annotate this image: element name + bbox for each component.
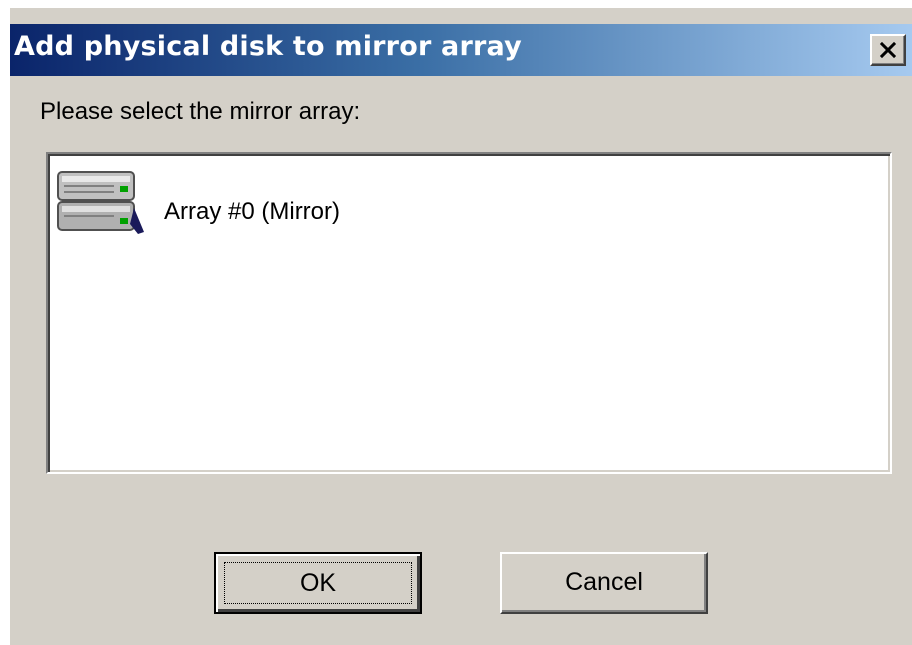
close-button[interactable]	[870, 34, 906, 66]
select-prompt: Please select the mirror array:	[40, 98, 361, 125]
cancel-button[interactable]: Cancel	[500, 552, 708, 614]
disk-array-icon	[57, 171, 144, 234]
dialog-window: Add physical disk to mirror array Please…	[8, 6, 912, 645]
title-bar[interactable]: Add physical disk to mirror array	[10, 24, 912, 76]
mirror-array-list[interactable]: Array #0 (Mirror)	[46, 152, 892, 474]
list-item-array-0[interactable]: Array #0 (Mirror)	[54, 168, 454, 238]
ok-button[interactable]: OK	[214, 552, 422, 614]
array-label: Array #0 (Mirror)	[164, 198, 341, 225]
window-title: Add physical disk to mirror array	[14, 31, 522, 62]
ok-button-label: OK	[224, 562, 412, 604]
close-icon	[880, 42, 896, 58]
